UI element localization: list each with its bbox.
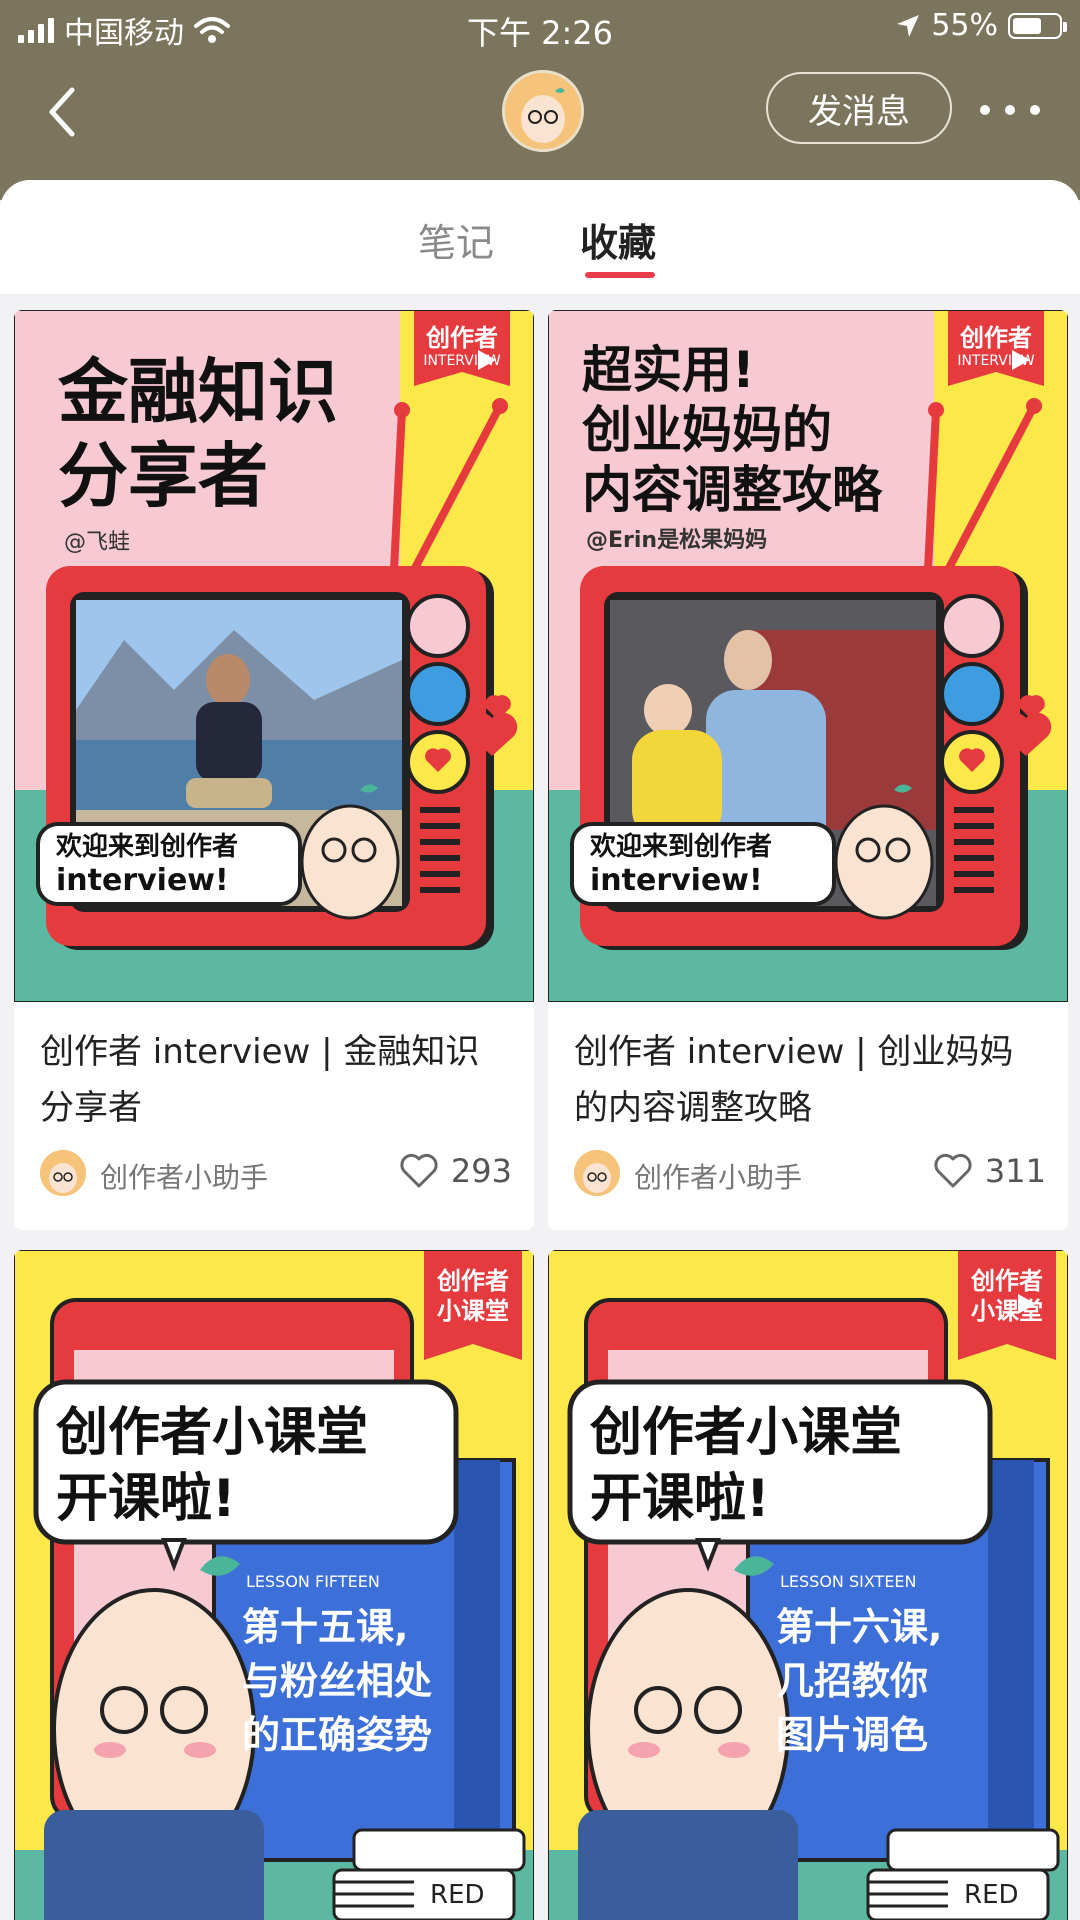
tab-favorites[interactable]: 收藏 <box>580 212 656 267</box>
play-icon <box>1012 350 1030 370</box>
heart-outline-icon <box>934 1153 972 1188</box>
cover-heading: 金融知识 分享者 <box>58 351 338 517</box>
cover-speech-bubble: 创作者小课堂 开课啦! <box>56 1403 369 1529</box>
author-name[interactable]: 创作者小助手 <box>634 1156 802 1196</box>
profile-header: 中国移动 下午 2:26 55% 发消息 <box>0 0 1080 200</box>
author-avatar[interactable] <box>574 1150 620 1196</box>
active-tab-indicator <box>585 272 655 278</box>
send-message-button[interactable]: 发消息 <box>766 72 952 144</box>
cover-speech-bubble: 欢迎来到创作者 interview! <box>590 832 773 898</box>
play-icon <box>478 350 496 370</box>
more-options-icon[interactable] <box>980 80 1040 140</box>
cover-handle: @Erin是松果妈妈 <box>586 528 768 553</box>
book-label: RED <box>964 1880 1019 1910</box>
note-card[interactable]: 超实用! 创业妈妈的 内容调整攻略 @Erin是松果妈妈 创作者 INTERVI… <box>548 310 1068 1230</box>
like-button[interactable]: 293 <box>399 1152 512 1190</box>
status-bar: 中国移动 下午 2:26 55% <box>0 0 1080 56</box>
lesson-label: LESSON SIXTEEN <box>780 1572 917 1591</box>
battery-percent: 55% <box>931 8 998 43</box>
note-meta: 创作者小助手 311 <box>574 1148 1046 1198</box>
lesson-title: 第十六课, 几招教你 图片调色 <box>776 1605 943 1757</box>
mascot-avatar-icon <box>574 1150 620 1196</box>
author-avatar[interactable] <box>40 1150 86 1196</box>
lesson-title: 第十五课, 与粉丝相处 的正确姿势 <box>242 1605 433 1757</box>
cover-speech-bubble: 欢迎来到创作者 interview! <box>56 832 239 898</box>
note-title[interactable]: 创作者 interview | 金融知识分享者 <box>40 1024 510 1136</box>
like-button[interactable]: 311 <box>933 1152 1046 1190</box>
mascot-avatar-icon <box>505 73 581 149</box>
cover-heading: 超实用! 创业妈妈的 内容调整攻略 <box>582 341 882 519</box>
like-count: 293 <box>450 1152 512 1190</box>
note-card[interactable]: 创作者 小课堂 创作者小课堂 开课啦! LESSON SIXTEEN 第十六课,… <box>548 1250 1068 1920</box>
tab-bar: 笔记 收藏 <box>0 180 1080 295</box>
tab-notes[interactable]: 笔记 <box>418 212 494 267</box>
avatar[interactable] <box>502 70 584 152</box>
book-label: RED <box>430 1880 485 1910</box>
note-meta: 创作者小助手 293 <box>40 1148 512 1198</box>
cover-badge: 创作者 小课堂 <box>437 1267 509 1325</box>
location-arrow-icon <box>897 14 920 37</box>
battery-icon <box>1008 12 1067 39</box>
cover-speech-bubble: 创作者小课堂 开课啦! <box>590 1403 903 1529</box>
heart-outline-icon <box>400 1153 438 1188</box>
cover-badge: 创作者 小课堂 <box>971 1267 1043 1325</box>
back-chevron-icon[interactable] <box>40 82 90 142</box>
play-icon <box>1018 1294 1036 1314</box>
note-card[interactable]: 金融知识 分享者 @飞蛙 创作者 INTERVIEW 欢迎来到创作者 inter… <box>14 310 534 1230</box>
lesson-label: LESSON FIFTEEN <box>246 1572 380 1591</box>
mascot-avatar-icon <box>40 1150 86 1196</box>
note-title[interactable]: 创作者 interview | 创业妈妈的内容调整攻略 <box>574 1024 1044 1136</box>
like-count: 311 <box>984 1152 1046 1190</box>
cover-handle: @飞蛙 <box>64 530 131 555</box>
nav-bar: 发消息 <box>0 60 1080 180</box>
content-sheet: 笔记 收藏 金融知识 分享者 @飞蛙 创作者 INTERVIEW 欢迎来到创作者… <box>0 180 1080 1920</box>
author-name[interactable]: 创作者小助手 <box>100 1156 268 1196</box>
note-card[interactable]: 创作者 小课堂 创作者小课堂 开课啦! LESSON FIFTEEN 第十五课,… <box>14 1250 534 1920</box>
